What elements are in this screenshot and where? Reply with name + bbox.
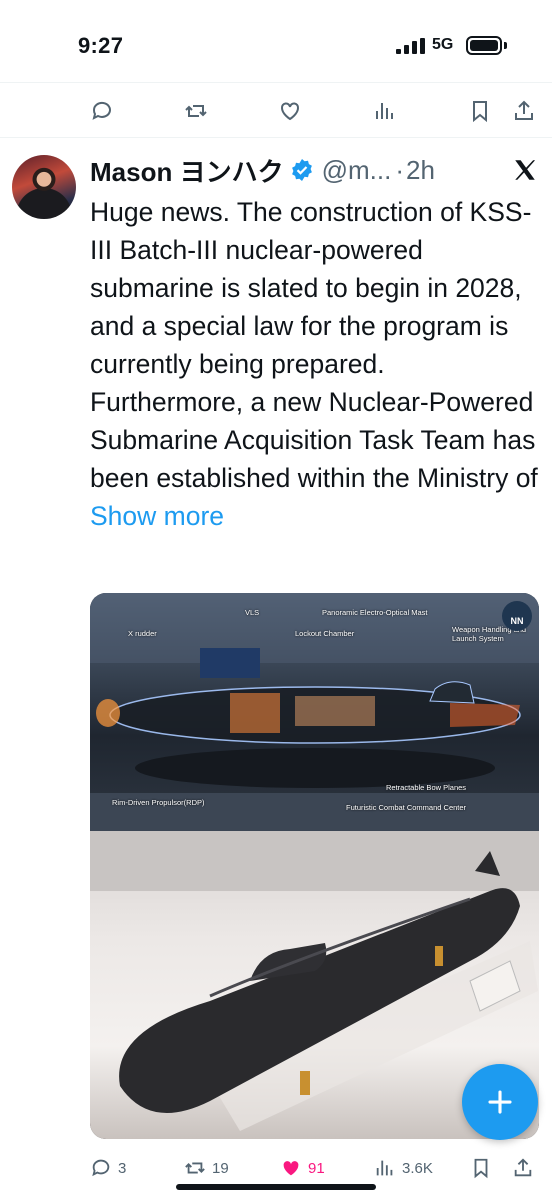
views-count: 3.6K — [402, 1159, 433, 1177]
compose-button[interactable] — [462, 1064, 538, 1140]
home-indicator[interactable] — [176, 1184, 376, 1190]
like-icon[interactable] — [278, 99, 302, 123]
like-count: 91 — [308, 1159, 325, 1177]
tweet-body: Huge news. The construction of KSS-III B… — [90, 197, 538, 493]
previous-tweet-actions — [0, 82, 552, 138]
nn-badge: NN — [502, 601, 532, 631]
reply-button[interactable]: 3 — [90, 1156, 126, 1180]
tweet-actions: 3 19 91 3.6K — [0, 1150, 552, 1186]
tweet-time[interactable]: 2h — [406, 155, 435, 186]
label-vls: VLS — [245, 608, 260, 617]
repost-count: 19 — [212, 1159, 229, 1177]
bookmark-icon — [474, 1158, 488, 1179]
share-button[interactable] — [512, 1156, 540, 1180]
reply-count: 3 — [118, 1159, 127, 1177]
label-propulsor: Rim-Driven Propulsor(RDP) — [112, 798, 205, 807]
views-button[interactable]: 3.6K — [374, 1156, 433, 1180]
status-time: 9:27 — [78, 33, 124, 58]
submarine-cutaway-panel: VLS Panoramic Electro-Optical Mast X rud… — [90, 593, 539, 831]
status-bar: 9:27 5G — [0, 0, 552, 82]
tweet-header: Mason ヨンハク @m... · 2h — [90, 153, 435, 187]
reply-icon — [92, 1159, 110, 1177]
show-more-link[interactable]: Show more — [90, 501, 224, 531]
x-logo-icon[interactable] — [512, 157, 538, 183]
signal-icon — [396, 38, 425, 54]
repost-button[interactable]: 19 — [184, 1156, 229, 1180]
like-icon — [283, 1161, 299, 1176]
display-name[interactable]: Mason ヨンハク — [90, 152, 284, 189]
tweet-media-image[interactable]: VLS Panoramic Electro-Optical Mast X rud… — [90, 593, 539, 1139]
compose-icon — [488, 1090, 512, 1114]
battery-icon — [466, 36, 502, 55]
tweet-text: Huge news. The construction of KSS-III B… — [90, 193, 542, 535]
like-button[interactable]: 91 — [280, 1156, 325, 1180]
views-icon — [376, 1160, 393, 1176]
views-icon[interactable] — [373, 99, 397, 123]
avatar[interactable] — [12, 155, 76, 219]
label-lockout-chamber: Lockout Chamber — [295, 629, 355, 638]
separator-dot: · — [395, 154, 404, 185]
network-label: 5G — [432, 36, 454, 53]
bookmark-button[interactable] — [470, 1156, 498, 1180]
label-bow-planes: Retractable Bow Planes — [386, 783, 467, 792]
share-icon — [514, 1158, 532, 1177]
handle[interactable]: @m... — [322, 155, 392, 186]
share-icon[interactable] — [512, 99, 536, 123]
reply-icon[interactable] — [90, 99, 114, 123]
label-mast: Panoramic Electro-Optical Mast — [322, 608, 428, 617]
bookmark-icon[interactable] — [468, 99, 492, 123]
label-command-center: Futuristic Combat Command Center — [346, 803, 467, 812]
label-x-rudder: X rudder — [128, 629, 157, 638]
repost-icon — [185, 1162, 205, 1174]
repost-icon[interactable] — [184, 99, 208, 123]
verified-icon — [291, 159, 312, 181]
